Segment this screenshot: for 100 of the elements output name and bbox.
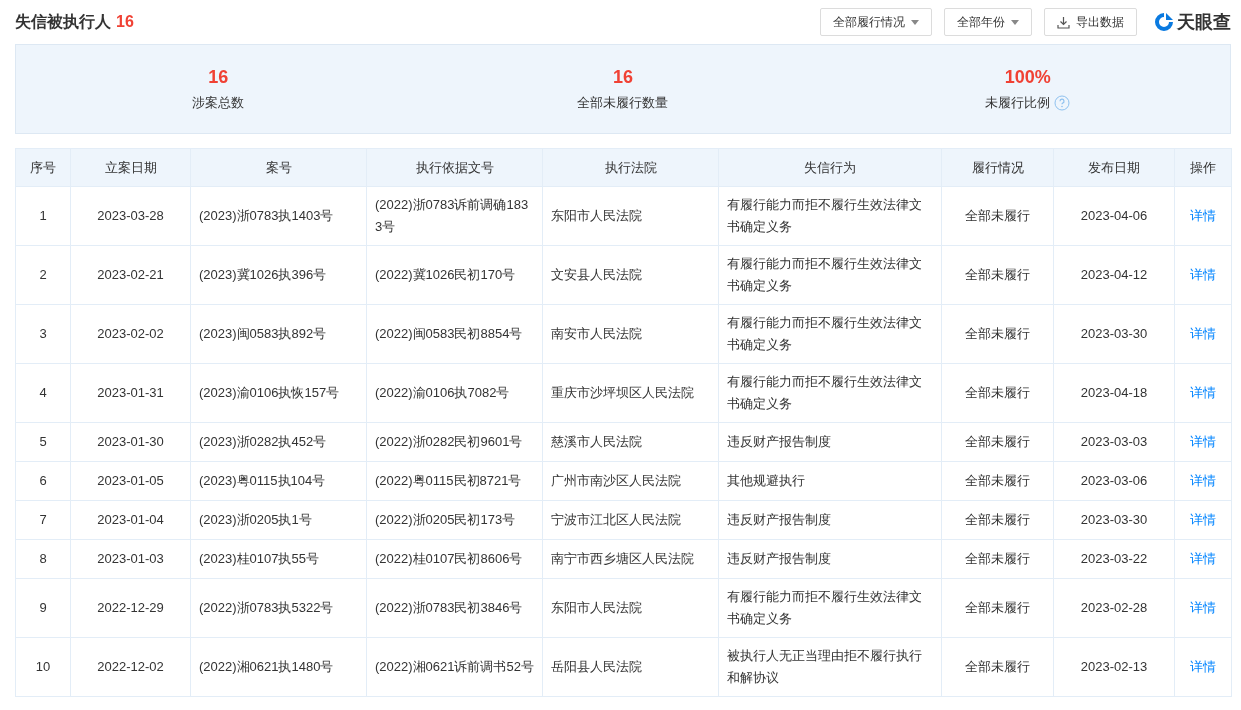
details-link[interactable]: 详情 (1190, 659, 1216, 674)
table-cell: 2023-01-04 (70, 500, 191, 540)
table-cell: 2023-04-06 (1053, 186, 1175, 246)
table-cell: 全部未履行 (941, 363, 1054, 423)
caret-icon (911, 19, 919, 25)
table-cell: 有履行能力而拒不履行生效法律文书确定义务 (718, 578, 942, 638)
table-cell: 5 (15, 422, 71, 462)
table-cell: 有履行能力而拒不履行生效法律文书确定义务 (718, 245, 942, 305)
table-cell: (2022)浙0205民初173号 (366, 500, 543, 540)
table-cell: 9 (15, 578, 71, 638)
table-cell: (2022)浙0783执5322号 (190, 578, 367, 638)
table-cell: 6 (15, 461, 71, 501)
download-icon (1057, 15, 1070, 29)
help-icon[interactable] (1054, 94, 1071, 111)
table-cell: 8 (15, 539, 71, 579)
table-cell: 全部未履行 (941, 539, 1054, 579)
details-link[interactable]: 详情 (1190, 326, 1216, 341)
table-cell: 2023-03-03 (1053, 422, 1175, 462)
column-header: 执行依据文号 (366, 148, 543, 187)
table-cell: (2023)浙0783执1403号 (190, 186, 367, 246)
details-link[interactable]: 详情 (1190, 267, 1216, 282)
table-cell: 2023-03-30 (1053, 304, 1175, 364)
table-cell: (2022)浙0783民初3846号 (366, 578, 543, 638)
table-cell: 广州市南沙区人民法院 (542, 461, 719, 501)
stat-label: 全部未履行数量 (577, 93, 669, 112)
table-cell: 被执行人无正当理由拒不履行执行和解协议 (718, 637, 942, 697)
table-cell: (2022)闽0583民初8854号 (366, 304, 543, 364)
table-cell: 岳阳县人民法院 (542, 637, 719, 697)
table-cell: 2 (15, 245, 71, 305)
logo-icon (1153, 11, 1175, 33)
export-button[interactable]: 导出数据 (1044, 8, 1137, 36)
table-cell: (2022)浙0783诉前调确1833号 (366, 186, 543, 246)
column-header: 履行情况 (941, 148, 1054, 187)
details-link[interactable]: 详情 (1190, 512, 1216, 527)
table-cell: (2022)粤0115民初8721号 (366, 461, 543, 501)
table-cell: 东阳市人民法院 (542, 578, 719, 638)
table-cell: 违反财产报告制度 (718, 422, 942, 462)
details-link[interactable]: 详情 (1190, 600, 1216, 615)
table-cell: 2023-01-03 (70, 539, 191, 579)
column-header: 序号 (15, 148, 71, 187)
table-cell: 4 (15, 363, 71, 423)
details-link[interactable]: 详情 (1190, 434, 1216, 449)
table-cell: 2023-01-30 (70, 422, 191, 462)
column-header: 立案日期 (70, 148, 191, 187)
details-link[interactable]: 详情 (1190, 208, 1216, 223)
table-cell: 有履行能力而拒不履行生效法律文书确定义务 (718, 363, 942, 423)
filter-dropdown[interactable]: 全部履行情况 (820, 8, 932, 36)
details-link[interactable]: 详情 (1190, 473, 1216, 488)
table-cell: (2022)渝0106执7082号 (366, 363, 543, 423)
title-count: 16 (116, 13, 134, 31)
table-cell: 全部未履行 (941, 304, 1054, 364)
table-cell: (2023)渝0106执恢157号 (190, 363, 367, 423)
table-cell: (2023)粤0115执104号 (190, 461, 367, 501)
table-cell: (2022)桂0107民初8606号 (366, 539, 543, 579)
table-cell: 2023-02-02 (70, 304, 191, 364)
table-cell: (2023)浙0205执1号 (190, 500, 367, 540)
table-cell: 有履行能力而拒不履行生效法律文书确定义务 (718, 304, 942, 364)
table-cell: 2023-02-13 (1053, 637, 1175, 697)
table-cell: 7 (15, 500, 71, 540)
table-cell: 2023-03-22 (1053, 539, 1175, 579)
table-cell: (2022)冀1026民初170号 (366, 245, 543, 305)
table-cell: (2023)桂0107执55号 (190, 539, 367, 579)
table-cell: 有履行能力而拒不履行生效法律文书确定义务 (718, 186, 942, 246)
table-cell: 10 (15, 637, 71, 697)
column-header: 执行法院 (542, 148, 719, 187)
table-cell: (2022)浙0282民初9601号 (366, 422, 543, 462)
table-cell: 全部未履行 (941, 245, 1054, 305)
table-cell: 3 (15, 304, 71, 364)
table-cell: 慈溪市人民法院 (542, 422, 719, 462)
table-cell: (2023)冀1026执396号 (190, 245, 367, 305)
table-cell: (2023)闽0583执892号 (190, 304, 367, 364)
table-cell: 1 (15, 186, 71, 246)
table-cell: 2022-12-02 (70, 637, 191, 697)
stat-label: 涉案总数 (192, 93, 245, 112)
table-cell: 宁波市江北区人民法院 (542, 500, 719, 540)
column-header: 发布日期 (1053, 148, 1175, 187)
table-cell: 文安县人民法院 (542, 245, 719, 305)
table-cell: 重庆市沙坪坝区人民法院 (542, 363, 719, 423)
table-cell: 2023-02-21 (70, 245, 191, 305)
table-cell: 2023-01-05 (70, 461, 191, 501)
details-link[interactable]: 详情 (1190, 385, 1216, 400)
caret-icon (1011, 19, 1019, 25)
table-cell: 东阳市人民法院 (542, 186, 719, 246)
table-cell: 2023-03-28 (70, 186, 191, 246)
table-cell: 全部未履行 (941, 461, 1054, 501)
stat-value: 16 (208, 66, 229, 88)
table-cell: (2023)浙0282执452号 (190, 422, 367, 462)
filter-dropdown[interactable]: 全部年份 (944, 8, 1032, 36)
details-link[interactable]: 详情 (1190, 551, 1216, 566)
table-cell: (2022)湘0621执1480号 (190, 637, 367, 697)
table-cell: 2023-03-06 (1053, 461, 1175, 501)
table-cell: 全部未履行 (941, 186, 1054, 246)
table-cell: 全部未履行 (941, 578, 1054, 638)
table-cell: 2023-02-28 (1053, 578, 1175, 638)
table-cell: 2023-04-18 (1053, 363, 1175, 423)
table-cell: 全部未履行 (941, 500, 1054, 540)
table-cell: 2022-12-29 (70, 578, 191, 638)
page-title: 失信被执行人 (15, 11, 111, 32)
table-cell: 南宁市西乡塘区人民法院 (542, 539, 719, 579)
table-cell: 全部未履行 (941, 422, 1054, 462)
